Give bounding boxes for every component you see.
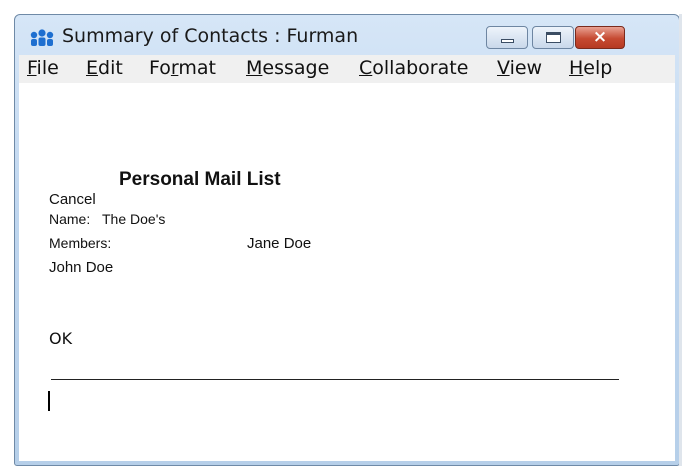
- divider: [51, 379, 619, 380]
- title-bar[interactable]: Summary of Contacts : Furman ×: [15, 15, 679, 55]
- menu-view-label: iew: [509, 57, 543, 79]
- menu-help-accel: H: [569, 57, 584, 79]
- menu-file[interactable]: File: [27, 57, 59, 79]
- name-value[interactable]: The Doe's: [102, 211, 165, 227]
- menu-format[interactable]: Format: [149, 57, 216, 79]
- window-title: Summary of Contacts : Furman: [62, 25, 359, 47]
- menu-edit-accel: E: [86, 57, 99, 79]
- menu-format-label-pre: Fo: [149, 57, 171, 79]
- menu-edit-label: dit: [98, 57, 123, 79]
- close-icon: ×: [592, 27, 608, 47]
- menu-help[interactable]: Help: [569, 57, 612, 79]
- minimize-button[interactable]: [486, 26, 528, 49]
- menu-bar: File Edit Format Message Collaborate Vie…: [19, 55, 675, 83]
- menu-file-label: ile: [36, 57, 59, 79]
- member-item[interactable]: Jane Doe: [247, 235, 311, 252]
- menu-format-label: mat: [178, 57, 216, 79]
- menu-message-accel: M: [246, 57, 263, 79]
- menu-help-label: elp: [583, 57, 613, 79]
- cancel-button[interactable]: Cancel: [49, 191, 96, 208]
- menu-message-label: essage: [262, 57, 330, 79]
- menu-message[interactable]: Message: [246, 57, 329, 79]
- menu-collaborate-label: ollaborate: [372, 57, 469, 79]
- minimize-icon: [501, 39, 514, 43]
- close-button[interactable]: ×: [575, 26, 625, 49]
- text-cursor: [48, 391, 50, 411]
- menu-edit[interactable]: Edit: [86, 57, 123, 79]
- members-label: Members:: [49, 235, 112, 251]
- menu-collaborate-accel: C: [359, 57, 373, 79]
- menu-collaborate[interactable]: Collaborate: [359, 57, 468, 79]
- menu-view[interactable]: View: [497, 57, 542, 79]
- menu-file-accel: F: [27, 57, 37, 79]
- app-window: Summary of Contacts : Furman × File Edit…: [14, 14, 680, 466]
- menu-view-accel: V: [497, 57, 510, 79]
- maximize-icon: [546, 32, 561, 43]
- ok-button[interactable]: OK: [49, 329, 72, 348]
- maximize-button[interactable]: [532, 26, 574, 49]
- name-label: Name:: [49, 211, 91, 227]
- document-area[interactable]: Personal Mail List Cancel Name: The Doe'…: [19, 83, 675, 461]
- contacts-app-icon: [30, 29, 54, 46]
- page-title: Personal Mail List: [119, 169, 281, 190]
- member-item[interactable]: John Doe: [49, 259, 113, 276]
